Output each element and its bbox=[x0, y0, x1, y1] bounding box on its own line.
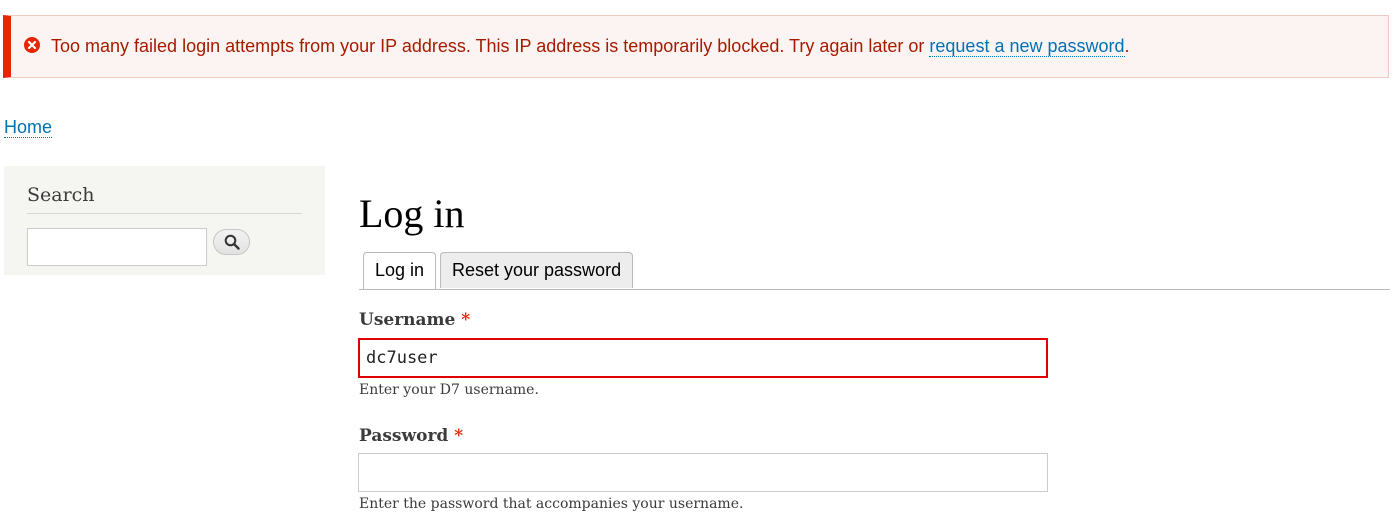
password-label: Password * bbox=[359, 426, 463, 446]
tabs: Log in Reset your password bbox=[359, 252, 1390, 290]
request-new-password-link[interactable]: request a new password bbox=[929, 36, 1125, 57]
username-field[interactable]: dc7user bbox=[358, 338, 1048, 378]
sidebar-search-block: Search bbox=[4, 166, 325, 275]
password-label-text: Password bbox=[359, 426, 449, 446]
password-description: Enter the password that accompanies your… bbox=[359, 496, 744, 512]
breadcrumb-home-link[interactable]: Home bbox=[4, 117, 53, 138]
error-message-end: . bbox=[1124, 36, 1130, 56]
page-title: Log in bbox=[359, 191, 465, 236]
tab-log-in[interactable]: Log in bbox=[363, 252, 437, 289]
search-input[interactable] bbox=[27, 228, 207, 266]
password-field[interactable] bbox=[358, 453, 1048, 492]
username-label-text: Username bbox=[359, 310, 456, 330]
search-button[interactable] bbox=[213, 229, 250, 255]
error-message: Too many failed login attempts from your… bbox=[3, 15, 1389, 78]
search-block-title: Search bbox=[27, 184, 302, 214]
error-circle-icon bbox=[24, 37, 40, 53]
username-label: Username * bbox=[359, 310, 470, 330]
breadcrumb: Home bbox=[4, 117, 53, 138]
tab-reset-password[interactable]: Reset your password bbox=[440, 252, 634, 288]
username-description: Enter your D7 username. bbox=[359, 382, 539, 398]
username-required-marker: * bbox=[461, 310, 471, 330]
password-required-marker: * bbox=[454, 426, 464, 446]
magnifier-icon bbox=[224, 234, 240, 250]
page: Too many failed login attempts from your… bbox=[0, 0, 1397, 519]
error-message-text: Too many failed login attempts from your… bbox=[51, 36, 930, 56]
